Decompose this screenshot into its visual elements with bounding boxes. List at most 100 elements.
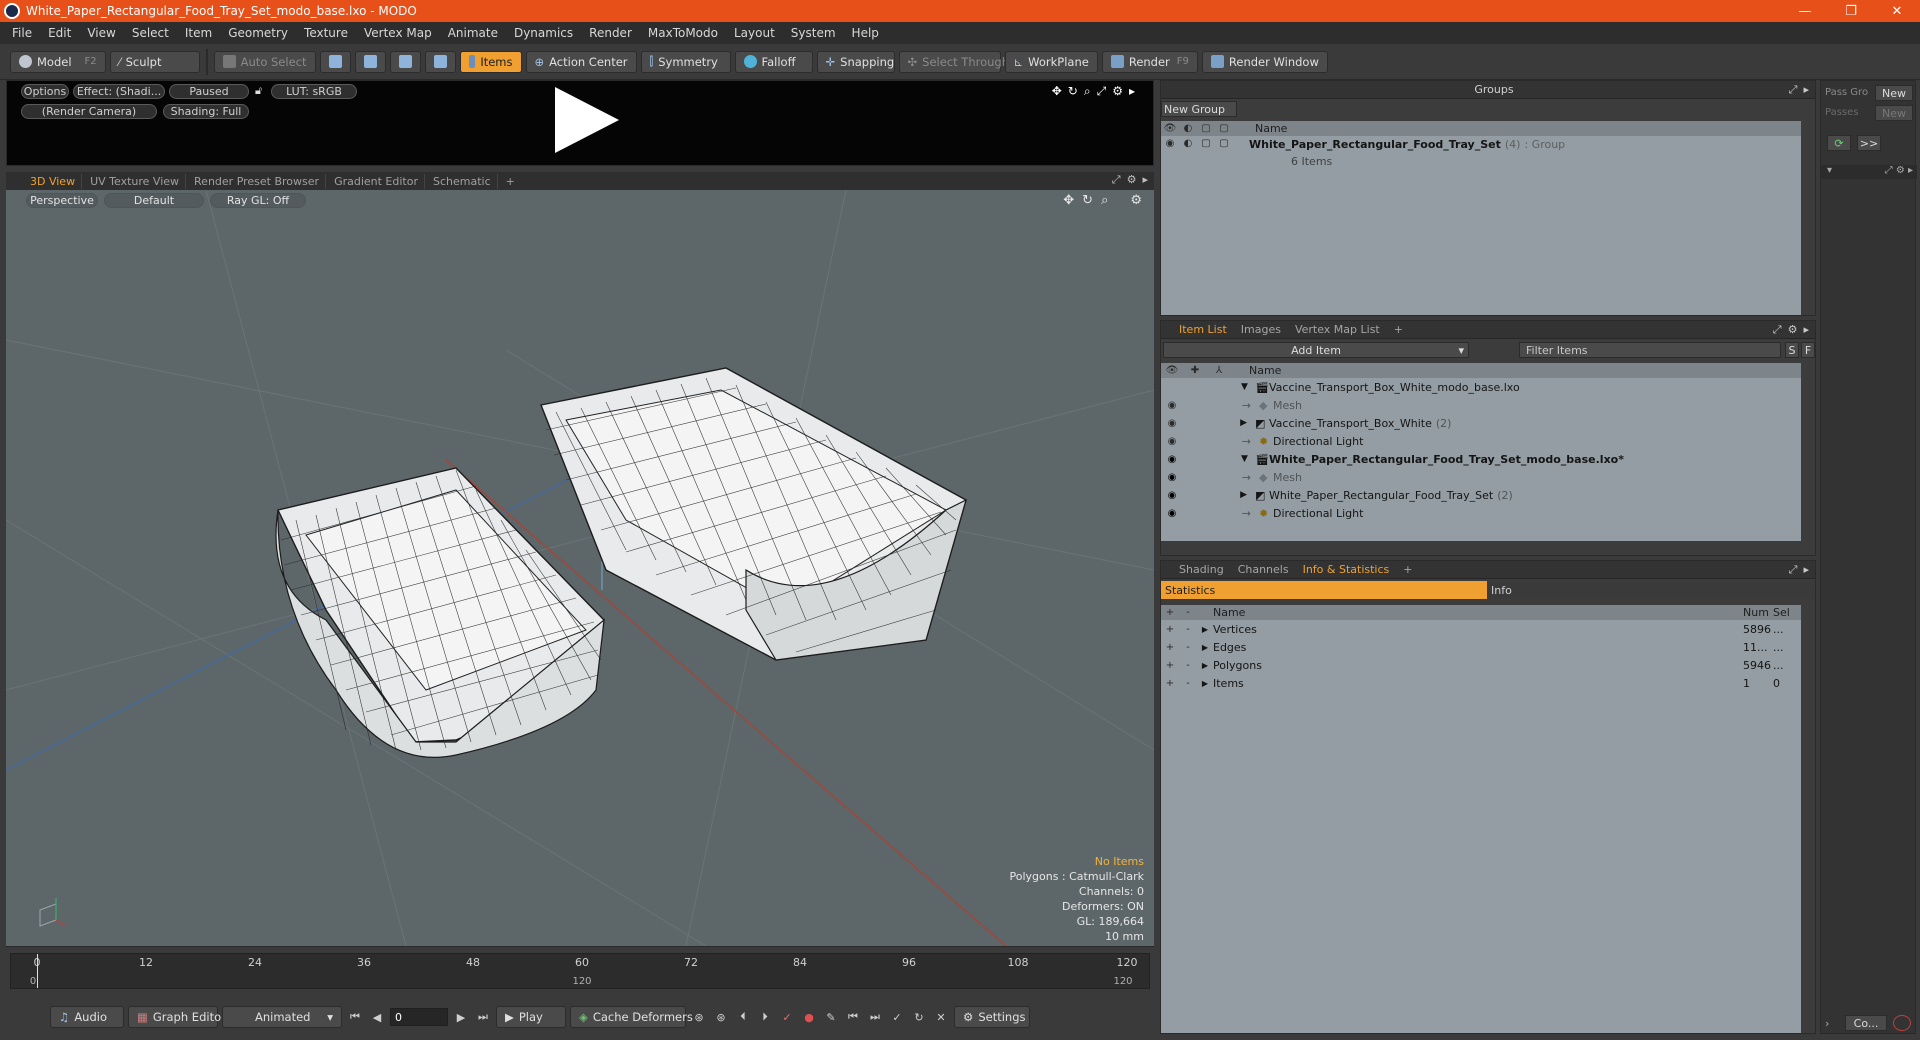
tab-item-list[interactable]: Item List xyxy=(1173,322,1233,337)
menu-vertex-map[interactable]: Vertex Map xyxy=(356,26,440,40)
info-subtab[interactable]: Info xyxy=(1487,581,1815,599)
gear-icon[interactable]: ⚙ xyxy=(1112,84,1123,99)
expand-arrow-icon[interactable]: ▶ xyxy=(1183,418,1255,428)
menu-help[interactable]: Help xyxy=(844,26,887,40)
select-through-button[interactable]: ✣ Select Through xyxy=(898,50,1009,73)
rotate-icon[interactable]: ↻ xyxy=(1068,84,1078,99)
group-lock-icon[interactable]: ▢ xyxy=(1197,138,1215,149)
filter-f-button[interactable]: F xyxy=(1801,342,1815,358)
cache-deformers-button[interactable]: ◈ Cache Deformers xyxy=(570,1006,693,1028)
timeline[interactable]: 0 12 24 36 48 60 72 84 96 108 120 0 120 … xyxy=(6,946,1154,994)
row-add-icon[interactable]: + xyxy=(1161,678,1179,689)
item-visibility-icon[interactable]: ◉ xyxy=(1161,454,1183,465)
item-row-scene-2[interactable]: ◉ ▼ 🎬︎ White_Paper_Rectangular_Food_Tray… xyxy=(1161,450,1801,468)
collapse-arrow-icon[interactable]: ▼ xyxy=(1241,454,1255,464)
item-visibility-icon[interactable]: ◉ xyxy=(1161,508,1183,519)
key-tool-icon-7[interactable]: ⏮ xyxy=(844,1008,862,1026)
row-add-icon[interactable]: + xyxy=(1161,660,1179,671)
item-row-mesh-1[interactable]: ◉ → ◆ Mesh xyxy=(1161,396,1801,414)
menu-layout[interactable]: Layout xyxy=(726,26,783,40)
tab-info-statistics[interactable]: Info & Statistics xyxy=(1297,562,1396,577)
key-tool-icon-8[interactable]: ⏭ xyxy=(866,1008,884,1026)
snapping-button[interactable]: ✛ Snapping xyxy=(816,50,895,73)
expand-icon[interactable]: ⤢ xyxy=(1097,84,1107,99)
new-pass-button[interactable]: New xyxy=(1875,105,1913,121)
lock-icon[interactable]: 🔓︎ xyxy=(255,84,262,98)
expand-all-icon[interactable]: + xyxy=(1161,607,1179,618)
auto-select-button[interactable]: Auto Select xyxy=(213,50,316,73)
key-tool-icon-11[interactable]: ✕ xyxy=(932,1008,950,1026)
tab-render-preset-browser[interactable]: Render Preset Browser xyxy=(188,173,327,189)
key-tool-icon-1[interactable]: ⊛ xyxy=(690,1008,708,1026)
orbit-icon[interactable]: ↻ xyxy=(1082,193,1093,208)
materials-mode-button[interactable] xyxy=(424,50,456,73)
item-visibility-icon[interactable]: ◉ xyxy=(1161,400,1183,411)
expand-arrow-icon[interactable]: ▶ xyxy=(1197,625,1213,634)
default-shading-dropdown[interactable]: Default xyxy=(104,193,204,208)
settings-button[interactable]: ⚙ Settings xyxy=(954,1006,1030,1028)
move-icon[interactable]: ✥ xyxy=(1052,84,1062,99)
stats-row-vertices[interactable]: + - ▶ Vertices 5896 ... xyxy=(1161,620,1801,638)
item-visibility-icon[interactable]: ◉ xyxy=(1161,418,1183,429)
timeline-ruler[interactable]: 0 12 24 36 48 60 72 84 96 108 120 0 120 … xyxy=(10,953,1150,989)
item-visibility-icon[interactable]: ◉ xyxy=(1161,436,1183,447)
add-panel-tab-button[interactable]: + xyxy=(1397,562,1418,577)
preview-shading-dropdown[interactable]: Shading: Full xyxy=(163,104,249,119)
item-row-scene-1[interactable]: ▼ 🎬︎ Vaccine_Transport_Box_White_modo_ba… xyxy=(1161,378,1801,396)
statistics-subtab[interactable]: Statistics xyxy=(1161,581,1487,599)
key-tool-icon-2[interactable]: ⊛ xyxy=(712,1008,730,1026)
audio-button[interactable]: ♫ Audio xyxy=(50,1006,124,1028)
expand-arrow-icon[interactable]: ▶ xyxy=(1197,643,1213,652)
key-tool-icon-9[interactable]: ✓ xyxy=(888,1008,906,1026)
group-row[interactable]: ◉ ◐ ▢ ▢ White_Paper_Rectangular_Food_Tra… xyxy=(1161,136,1801,164)
row-remove-icon[interactable]: - xyxy=(1179,642,1197,653)
preview-lut-dropdown[interactable]: LUT: sRGB xyxy=(271,84,357,99)
expand-arrow-icon[interactable]: ▶ xyxy=(1197,661,1213,670)
collapse-all-icon[interactable]: - xyxy=(1179,607,1197,618)
group-render-icon[interactable]: ◐ xyxy=(1179,138,1197,149)
workplane-button[interactable]: ⊾ WorkPlane xyxy=(1004,50,1098,73)
tab-gradient-editor[interactable]: Gradient Editor xyxy=(328,173,425,189)
preview-camera-dropdown[interactable]: (Render Camera) xyxy=(21,104,157,119)
item-visibility-icon[interactable]: ◉ xyxy=(1161,490,1183,501)
symmetry-button[interactable]: ⫿ Symmetry xyxy=(640,50,731,73)
add-tab-button[interactable]: + xyxy=(500,174,521,189)
groups-arrow-icon[interactable]: ▸ xyxy=(1803,83,1809,97)
stats-row-edges[interactable]: + - ▶ Edges 11... ... xyxy=(1161,638,1801,656)
key-tool-icon-10[interactable]: ↻ xyxy=(910,1008,928,1026)
item-row-light-1[interactable]: ◉ → ✹ Directional Light xyxy=(1161,432,1801,450)
menu-render[interactable]: Render xyxy=(581,26,640,40)
tab-uv-texture-view[interactable]: UV Texture View xyxy=(84,173,187,189)
model-mode-button[interactable]: Model F2 xyxy=(10,50,106,73)
more-button[interactable]: >> xyxy=(1857,135,1881,151)
stats-row-polygons[interactable]: + - ▶ Polygons 5946 ... xyxy=(1161,656,1801,674)
preview-paused-button[interactable]: Paused xyxy=(169,84,249,99)
menu-select[interactable]: Select xyxy=(124,26,177,40)
tab-channels[interactable]: Channels xyxy=(1232,562,1295,577)
item-visibility-icon[interactable]: ◉ xyxy=(1161,472,1183,483)
viewport-arrow-icon[interactable]: ▸ xyxy=(1142,173,1148,187)
preview-effect-dropdown[interactable]: Effect: (Shadi... xyxy=(73,84,165,99)
row-remove-icon[interactable]: - xyxy=(1179,678,1197,689)
new-group-button[interactable]: New Group xyxy=(1161,101,1237,117)
tab-3d-view[interactable]: 3D View xyxy=(24,173,83,189)
menu-geometry[interactable]: Geometry xyxy=(220,26,296,40)
key-tool-icon-4[interactable]: ⏵ xyxy=(756,1008,774,1026)
item-row-mesh-2[interactable]: ◉ → ◆ Mesh xyxy=(1161,468,1801,486)
3d-viewport[interactable]: Perspective Default Ray GL: Off ✥ ↻ ⌕ ⚙ … xyxy=(6,190,1154,946)
co-button[interactable]: Co... xyxy=(1845,1015,1887,1031)
row-add-icon[interactable]: + xyxy=(1161,642,1179,653)
current-frame-input[interactable]: 0 xyxy=(390,1008,448,1026)
play-button[interactable]: ▶ Play xyxy=(496,1006,566,1028)
add-panel-tab-button[interactable]: + xyxy=(1388,322,1409,337)
viewport-gear-icon[interactable]: ⚙ xyxy=(1127,173,1137,187)
item-row-group-1[interactable]: ◉ ▶ ◩ Vaccine_Transport_Box_White (2) xyxy=(1161,414,1801,432)
viewport-settings-gear-icon[interactable]: ⚙ xyxy=(1130,193,1142,208)
vertices-mode-button[interactable] xyxy=(319,50,351,73)
tab-schematic[interactable]: Schematic xyxy=(427,173,498,189)
side-record-icon[interactable] xyxy=(1893,1015,1911,1031)
menu-system[interactable]: System xyxy=(783,26,844,40)
group-visibility-icon[interactable]: ◉ xyxy=(1161,138,1179,149)
polygons-mode-button[interactable] xyxy=(389,50,421,73)
tab-vertex-map-list[interactable]: Vertex Map List xyxy=(1289,322,1386,337)
